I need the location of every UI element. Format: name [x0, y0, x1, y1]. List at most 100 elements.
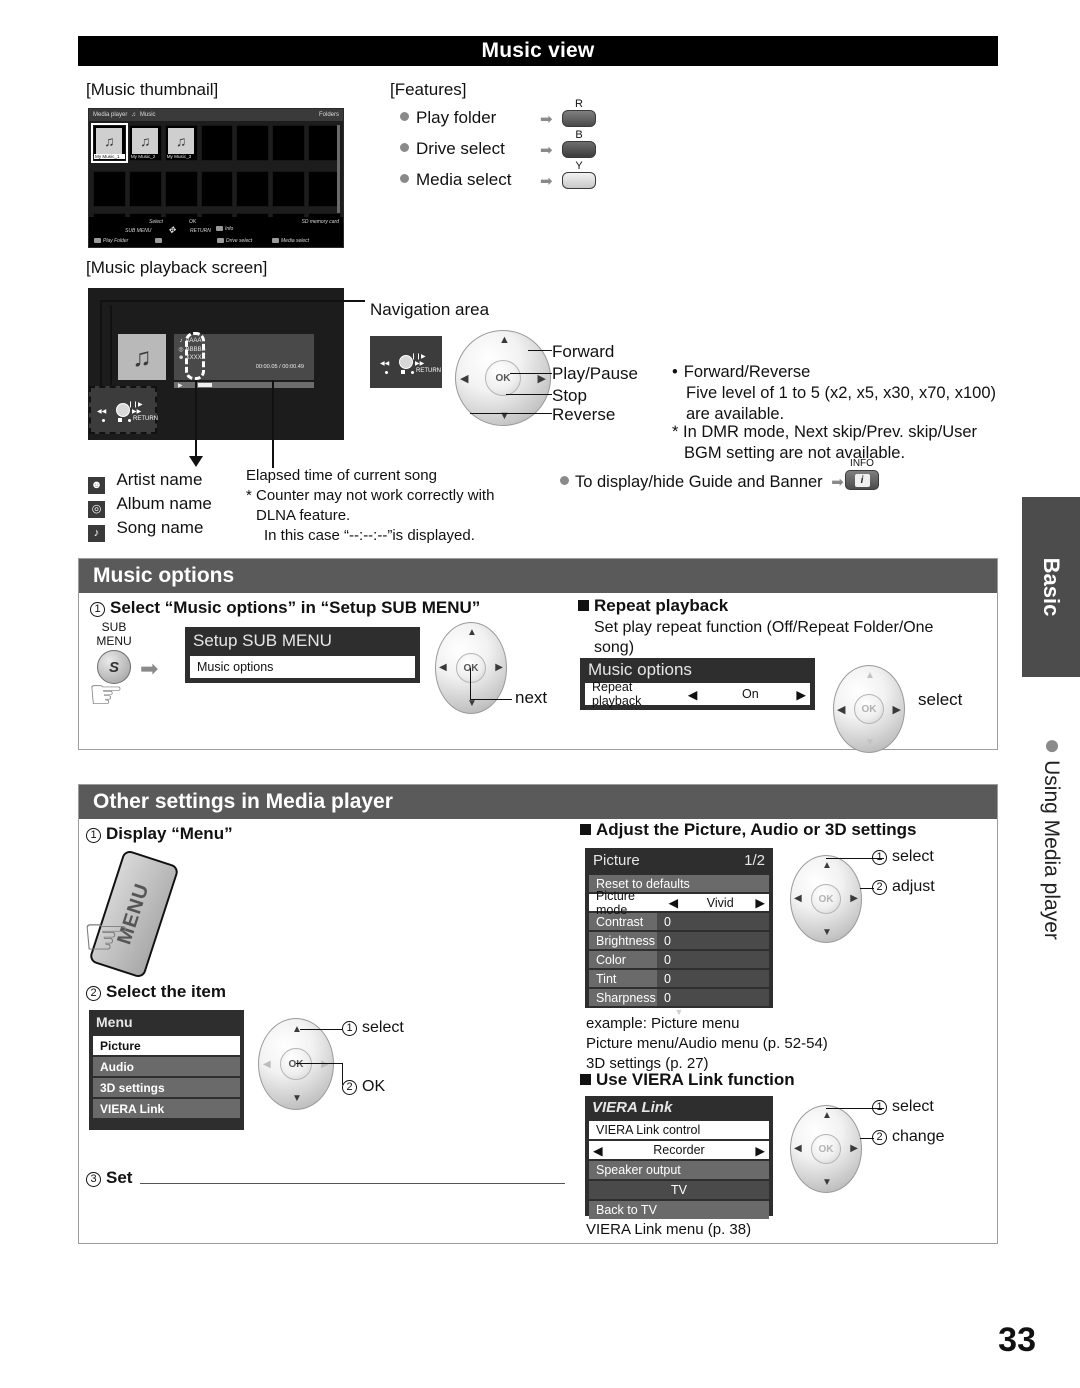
left-arrow-icon[interactable]: ◀: [688, 687, 698, 702]
color-key-label: B: [575, 129, 583, 141]
menu-item-picture[interactable]: Picture: [93, 1036, 240, 1055]
right-arrow-icon[interactable]: ▶: [495, 662, 503, 673]
wheel-step-label: select: [362, 1019, 404, 1036]
right-arrow-icon[interactable]: ▶: [755, 895, 765, 910]
step-number-icon: 1: [872, 1100, 887, 1115]
picture-row-value[interactable]: ◀ Vivid ▶: [664, 894, 769, 911]
down-arrow-icon[interactable]: ▼: [822, 1177, 832, 1188]
picture-row-contrast[interactable]: Contrast 0: [589, 913, 769, 930]
menu-item-3d-settings[interactable]: 3D settings: [93, 1078, 240, 1097]
menu-item-audio[interactable]: Audio: [93, 1057, 240, 1076]
down-arrow-icon[interactable]: ▼: [822, 927, 832, 938]
thumbnail-item[interactable]: ♫ My Music_1: [91, 123, 128, 163]
thumbnail-item-empty[interactable]: [164, 171, 198, 207]
down-arrow-icon[interactable]: ▼: [499, 410, 510, 422]
viera-row-label: Back to TV: [596, 1203, 657, 1217]
viera-row-speaker-value[interactable]: TV: [589, 1181, 769, 1199]
thumbnail-item-empty[interactable]: [128, 171, 162, 207]
menu-item-label: VIERA Link: [100, 1101, 165, 1116]
up-arrow-icon[interactable]: ▲: [467, 627, 477, 638]
dpad-wheel-viera[interactable]: OK ▲ ▼ ◀ ▶: [790, 1105, 862, 1193]
person-icon: ☻: [178, 355, 185, 361]
left-arrow-icon[interactable]: ◀: [263, 1059, 271, 1070]
leader-line-icons: [195, 380, 197, 458]
other-settings-step3: 3 Set: [86, 1168, 132, 1188]
picture-row-value[interactable]: 0: [657, 989, 769, 1006]
info-key[interactable]: INFO i: [845, 458, 879, 490]
up-arrow-icon[interactable]: ▲: [865, 670, 875, 681]
left-arrow-icon[interactable]: ◀: [439, 662, 447, 673]
right-arrow-icon[interactable]: ▶: [850, 893, 858, 904]
picture-row-value[interactable]: 0: [657, 932, 769, 949]
repeat-playback-row[interactable]: Repeat playback ◀ On ▶: [585, 680, 810, 708]
right-arrow-icon[interactable]: ▶: [321, 1059, 329, 1070]
color-key-red[interactable]: R: [562, 98, 596, 127]
color-key-yellow[interactable]: Y: [562, 160, 596, 189]
ok-button[interactable]: OK: [811, 1134, 841, 1164]
sub-menu-key-caption: SUB MENU: [92, 620, 136, 648]
up-arrow-icon[interactable]: ▲: [822, 860, 832, 871]
left-arrow-icon[interactable]: ◀: [794, 893, 802, 904]
wheel-label-reverse: Reverse: [552, 405, 616, 424]
thumbnail-item-empty[interactable]: [272, 171, 306, 207]
thumbnail-item-empty[interactable]: [236, 125, 270, 161]
picture-row-value[interactable]: 0: [657, 970, 769, 987]
picture-row-color[interactable]: Color 0: [589, 951, 769, 968]
note-dmr-1: * In DMR mode, Next skip/Prev. skip/User: [672, 423, 978, 441]
right-arrow-icon[interactable]: ▶: [893, 703, 901, 716]
dpad-wheel-picture[interactable]: OK ▲ ▼ ◀ ▶: [790, 855, 862, 943]
picture-row-value[interactable]: 0: [657, 951, 769, 968]
right-arrow-icon[interactable]: ▶: [850, 1143, 858, 1154]
thumbnail-item-empty[interactable]: [200, 125, 234, 161]
thumbnail-item[interactable]: ♫ My Music_2: [128, 125, 162, 161]
step-number-icon: 2: [872, 1130, 887, 1145]
picture-row-brightness[interactable]: Brightness 0: [589, 932, 769, 949]
down-arrow-icon[interactable]: ▼: [865, 737, 875, 748]
left-arrow-icon[interactable]: ◀: [668, 895, 678, 910]
ok-button[interactable]: OK: [485, 360, 521, 396]
ok-button[interactable]: OK: [854, 694, 884, 724]
dpad-wheel-playback[interactable]: OK ▲ ▼ ◀ ▶: [455, 330, 551, 426]
step-number-icon: 1: [872, 850, 887, 865]
feature-media-select: Media select: [400, 170, 511, 190]
thumbnail-item-empty[interactable]: [272, 125, 306, 161]
ok-button[interactable]: OK: [811, 884, 841, 914]
picture-row-tint[interactable]: Tint 0: [589, 970, 769, 987]
other-settings-step2: 2 Select the item: [86, 982, 226, 1002]
color-key-blue[interactable]: B: [562, 129, 596, 158]
picture-row-sharpness[interactable]: Sharpness 0: [589, 989, 769, 1006]
down-arrow-icon[interactable]: ▼: [292, 1093, 302, 1104]
viera-row-control-value[interactable]: ◀ Recorder ▶: [589, 1141, 769, 1159]
setup-sub-menu-title: Setup SUB MENU: [193, 631, 332, 650]
up-arrow-icon[interactable]: ▲: [499, 334, 510, 346]
navigation-area-box: ❙❙▶ ◀◀ ▶▶ RETURN: [370, 336, 442, 388]
left-arrow-icon[interactable]: ◀: [794, 1143, 802, 1154]
setup-sub-menu-item[interactable]: Music options: [190, 656, 415, 678]
dpad-wheel-select[interactable]: OK ▲ ▼ ◀ ▶: [833, 665, 905, 753]
viera-row-value-text: TV: [671, 1183, 687, 1197]
right-arrow-icon[interactable]: ▶: [796, 687, 806, 702]
dpad-icon: ✥: [168, 225, 176, 235]
menu-item-viera-link[interactable]: VIERA Link: [93, 1099, 240, 1118]
thumbnail-scrollbar[interactable]: [337, 125, 340, 213]
progress-knob[interactable]: [198, 383, 212, 387]
viera-row-back-to-tv[interactable]: Back to TV: [589, 1201, 769, 1219]
up-arrow-icon[interactable]: ▲: [822, 1110, 832, 1121]
thumbnail-item[interactable]: ♫ My Music_3: [164, 125, 198, 161]
thumbnail-item-empty[interactable]: [236, 171, 270, 207]
right-arrow-icon[interactable]: ▶: [755, 1143, 765, 1158]
leader-line-nav-down: [100, 300, 102, 388]
viera-row-speaker[interactable]: Speaker output: [589, 1161, 769, 1179]
left-arrow-icon[interactable]: ◀: [837, 703, 845, 716]
left-arrow-icon[interactable]: ◀: [460, 372, 468, 385]
picture-row-value[interactable]: 0: [657, 913, 769, 930]
note-forward-reverse: • Forward/Reverse Five level of 1 to 5 (x…: [672, 363, 996, 423]
thumbnail-item-empty[interactable]: [200, 171, 234, 207]
viera-row-control[interactable]: VIERA Link control: [589, 1121, 769, 1139]
disc-icon: ◎: [88, 501, 105, 518]
repeat-playback-value[interactable]: ◀ On ▶: [683, 683, 810, 705]
sub-menu-caption-line1: SUB: [101, 620, 127, 634]
left-arrow-icon[interactable]: ◀: [593, 1143, 603, 1158]
thumbnail-item-empty[interactable]: [93, 171, 126, 207]
picture-row-mode[interactable]: Picture mode ◀ Vivid ▶: [589, 889, 769, 917]
